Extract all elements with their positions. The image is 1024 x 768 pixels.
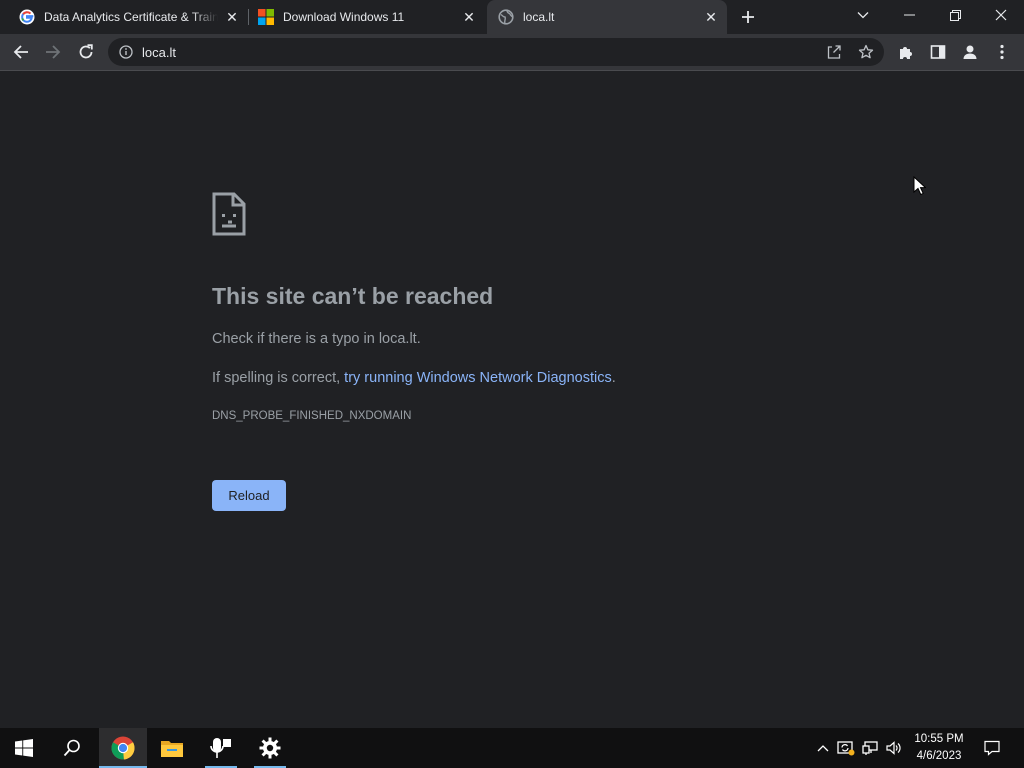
share-icon[interactable] bbox=[822, 40, 846, 64]
tab-search-button[interactable] bbox=[840, 0, 886, 30]
profile-button[interactable] bbox=[956, 38, 984, 66]
settings-icon bbox=[259, 737, 281, 759]
taskbar-voice-recorder[interactable] bbox=[197, 728, 245, 768]
clock-date: 4/6/2023 bbox=[916, 750, 962, 762]
file-explorer-icon bbox=[161, 741, 183, 757]
side-panel-icon bbox=[930, 45, 946, 59]
reload-toolbar-button[interactable] bbox=[72, 38, 100, 66]
tray-sync-icon[interactable] bbox=[835, 728, 857, 768]
menu-button[interactable] bbox=[988, 38, 1016, 66]
extensions-button[interactable] bbox=[892, 38, 920, 66]
start-button[interactable] bbox=[0, 728, 48, 768]
address-bar[interactable]: loca.lt bbox=[108, 38, 884, 66]
forward-button[interactable] bbox=[39, 38, 67, 66]
system-clock[interactable]: 10:55 PM 4/6/2023 bbox=[906, 731, 972, 765]
clock-time: 10:55 PM bbox=[914, 733, 964, 745]
close-window-button[interactable] bbox=[978, 0, 1024, 30]
close-tab-icon[interactable]: ✕ bbox=[222, 7, 242, 27]
bookmark-star-icon[interactable] bbox=[854, 40, 878, 64]
reload-button[interactable]: Reload bbox=[212, 480, 286, 511]
volume-icon[interactable] bbox=[883, 728, 905, 768]
tab-title: Download Windows 11 bbox=[283, 10, 405, 24]
tab-data-analytics[interactable]: Data Analytics Certificate & Training ✕ bbox=[0, 0, 248, 34]
restore-icon bbox=[949, 9, 961, 21]
microsoft-icon bbox=[258, 9, 274, 25]
typo-hint: Check if there is a typo in loca.lt. bbox=[212, 331, 421, 347]
globe-icon bbox=[498, 9, 514, 25]
arrow-left-icon bbox=[13, 45, 28, 59]
url-text[interactable]: loca.lt bbox=[142, 45, 176, 60]
restore-button[interactable] bbox=[932, 0, 978, 30]
profile-icon bbox=[963, 45, 977, 59]
spelling-hint: If spelling is correct, try running Wind… bbox=[212, 370, 616, 386]
tab-title: Data Analytics Certificate & Training bbox=[44, 10, 218, 24]
chevron-down-icon bbox=[857, 12, 869, 19]
back-button[interactable] bbox=[7, 38, 35, 66]
minimize-icon bbox=[903, 14, 915, 16]
error-page: This site can’t be reached Check if ther… bbox=[0, 71, 1024, 728]
taskbar-settings[interactable] bbox=[246, 728, 294, 768]
new-tab-button[interactable] bbox=[736, 5, 760, 29]
search-icon bbox=[63, 739, 80, 757]
error-title: This site can’t be reached bbox=[212, 283, 494, 309]
puzzle-icon bbox=[900, 47, 912, 59]
tab-strip: Data Analytics Certificate & Training ✕ … bbox=[0, 0, 1024, 34]
tab-download-windows[interactable]: Download Windows 11 ✕ bbox=[249, 0, 485, 34]
tab-title: loca.lt bbox=[523, 10, 555, 24]
start-icon bbox=[15, 739, 33, 757]
side-panel-button[interactable] bbox=[924, 38, 952, 66]
notifications-button[interactable] bbox=[978, 728, 1006, 768]
taskbar-chrome[interactable] bbox=[99, 728, 147, 768]
spelling-hint-suffix: . bbox=[611, 370, 616, 386]
google-icon bbox=[19, 9, 35, 25]
chevron-up-icon bbox=[817, 745, 829, 752]
mouse-cursor-icon bbox=[913, 175, 927, 201]
chrome-icon bbox=[111, 736, 135, 760]
spelling-hint-prefix: If spelling is correct, bbox=[212, 370, 345, 386]
plus-icon bbox=[742, 11, 754, 23]
action-center-icon bbox=[984, 740, 1000, 756]
refresh-icon bbox=[79, 44, 93, 59]
tab-loca-lt[interactable]: loca.lt ✕ bbox=[487, 0, 727, 34]
minimize-button[interactable] bbox=[886, 0, 932, 30]
voice-recorder-icon bbox=[210, 738, 231, 758]
error-code: DNS_PROBE_FINISHED_NXDOMAIN bbox=[212, 410, 412, 422]
browser-toolbar: loca.lt bbox=[0, 34, 1024, 71]
network-diagnostics-link[interactable]: try running Windows Network Diagnostics bbox=[344, 370, 612, 386]
taskbar-file-explorer[interactable] bbox=[148, 728, 196, 768]
close-icon bbox=[995, 9, 1007, 21]
network-icon[interactable] bbox=[859, 728, 881, 768]
info-icon[interactable] bbox=[118, 44, 134, 60]
kebab-menu-icon bbox=[1000, 44, 1004, 60]
close-tab-icon[interactable]: ✕ bbox=[701, 7, 721, 27]
close-tab-icon[interactable]: ✕ bbox=[459, 7, 479, 27]
windows-taskbar: 10:55 PM 4/6/2023 bbox=[0, 728, 1024, 768]
arrow-right-icon bbox=[46, 45, 61, 59]
search-button[interactable] bbox=[48, 728, 96, 768]
sad-document-icon bbox=[212, 192, 246, 241]
show-hidden-icons-button[interactable] bbox=[812, 728, 834, 768]
